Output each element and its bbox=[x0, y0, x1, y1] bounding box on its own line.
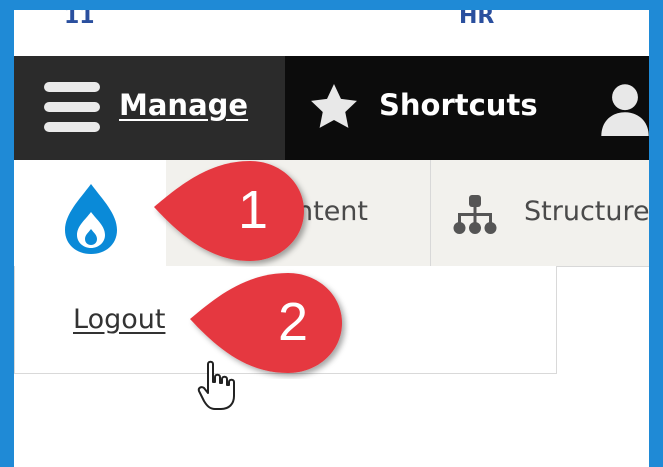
structure-tab[interactable]: Structure bbox=[431, 160, 649, 266]
callout-2-number: 2 bbox=[277, 292, 309, 352]
manage-tab[interactable]: Manage bbox=[14, 56, 285, 160]
shortcuts-tab[interactable]: Shortcuts bbox=[285, 56, 585, 160]
star-icon bbox=[311, 84, 357, 128]
structure-label[interactable]: Structure bbox=[524, 196, 649, 227]
admin-toolbar: Manage Shortcuts bbox=[14, 56, 649, 160]
admin-tray: ntent Structure bbox=[14, 160, 649, 267]
drupal-drop-icon[interactable] bbox=[54, 182, 128, 256]
top-fragment-right: HR bbox=[459, 10, 495, 29]
top-strip: 11 HR bbox=[14, 10, 649, 56]
user-icon[interactable] bbox=[598, 80, 652, 136]
callout-1-number: 1 bbox=[237, 180, 269, 240]
drupal-tab[interactable] bbox=[14, 160, 167, 266]
hand-pointer-cursor-icon bbox=[197, 360, 235, 410]
manage-label[interactable]: Manage bbox=[119, 88, 248, 122]
sitemap-icon bbox=[453, 195, 497, 234]
hamburger-menu-icon bbox=[44, 82, 100, 134]
shortcuts-label[interactable]: Shortcuts bbox=[379, 88, 538, 122]
logout-link[interactable]: Logout bbox=[73, 304, 165, 335]
callout-1: 1 bbox=[150, 155, 312, 267]
top-fragment-left: 11 bbox=[64, 10, 95, 29]
